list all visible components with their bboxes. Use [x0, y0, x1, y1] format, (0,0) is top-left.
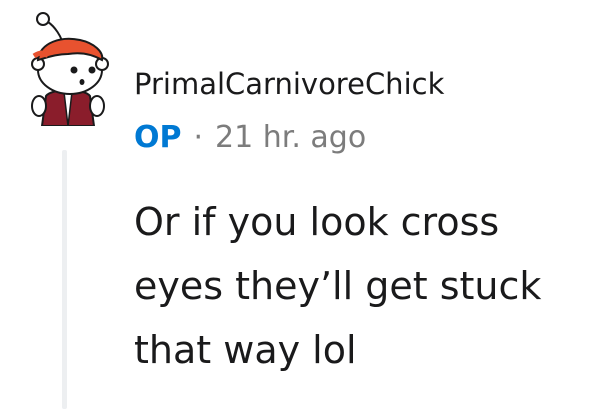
comment-body-line: Or if you look cross — [134, 200, 500, 244]
thread-collapse-line[interactable] — [62, 150, 67, 409]
comment-body-line: that way lol — [134, 328, 357, 372]
comment: PrimalCarnivoreChick OP · 21 hr. ago Or if… — [0, 0, 599, 409]
username-link[interactable]: PrimalCarnivoreChick — [134, 66, 444, 102]
op-badge: OP — [134, 120, 182, 155]
comment-timestamp[interactable]: 21 hr. ago — [215, 120, 366, 155]
snoo-avatar-icon — [31, 12, 109, 127]
user-avatar[interactable] — [18, 8, 118, 127]
comment-body: Or if you look cross eyes they’ll get st… — [134, 190, 574, 382]
comment-meta: OP · 21 hr. ago — [134, 119, 366, 157]
comment-body-line: eyes they’ll get stuck — [134, 264, 542, 308]
meta-separator: · — [193, 120, 204, 155]
